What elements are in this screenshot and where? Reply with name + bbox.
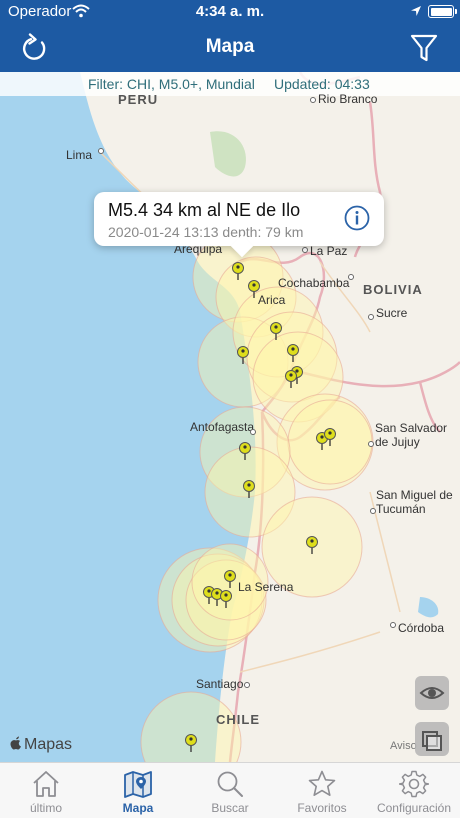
city-label: Lima: [66, 148, 93, 162]
country-label: CHILE: [216, 712, 260, 727]
city-dot: [368, 314, 374, 320]
callout-subtitle: 2020-01-24 13:13 depth: 79 km: [108, 224, 304, 240]
city-label: Arica: [258, 293, 286, 307]
updated-label: Updated: 04:33: [274, 76, 370, 92]
city-label: Córdoba: [398, 621, 445, 635]
battery-icon: [428, 5, 457, 18]
page-title: Mapa: [205, 36, 255, 57]
city-dot: [368, 441, 374, 447]
tab-bar: último Mapa Buscar Favoritos Configuraci…: [0, 762, 460, 818]
maps-attribution: Mapas: [10, 736, 72, 754]
callout-title: M5.4 34 km al NE de Ilo: [108, 200, 301, 220]
tab-configuracion[interactable]: Configuración: [368, 763, 460, 818]
tab-label: Mapa: [122, 801, 154, 815]
country-label: BOLIVIA: [363, 282, 423, 297]
city-label: Antofagasta: [190, 420, 255, 434]
tab-label: Configuración: [376, 801, 452, 815]
info-icon[interactable]: [344, 205, 370, 231]
filter-strip: Filter: CHI, M5.0+, Mundial Updated: 04:…: [0, 72, 460, 96]
city-dot: [244, 682, 250, 688]
tab-ultimo[interactable]: último: [0, 763, 92, 818]
filter-summary: Filter: CHI, M5.0+, Mundial: [88, 76, 255, 92]
tab-favoritos[interactable]: Favoritos: [276, 763, 368, 818]
search-icon: [217, 771, 243, 797]
city-label: La Serena: [238, 580, 294, 594]
tab-label: último: [29, 801, 62, 815]
city-dot: [390, 622, 396, 628]
location-arrow-icon: [411, 6, 421, 16]
city-label: La Paz: [310, 244, 348, 258]
visibility-toggle-button[interactable]: [415, 676, 449, 710]
city-label: Santiago: [196, 677, 244, 691]
city-label: San Miguel de Tucumán: [376, 488, 453, 516]
quake-callout[interactable]: M5.4 34 km al NE de Ilo 2020-01-24 13:13…: [94, 192, 384, 246]
clock: 4:34 a. m.: [195, 3, 265, 20]
map-view[interactable]: Filter: CHI, M5.0+, Mundial Updated: 04:…: [0, 72, 460, 762]
city-dot: [98, 148, 104, 154]
attribution-label: Mapas: [24, 736, 73, 753]
legal-link[interactable]: Aviso: [390, 740, 417, 752]
star-icon: [308, 770, 336, 796]
layers-icon: [422, 731, 442, 751]
city-label: Rio Branco: [318, 92, 378, 106]
eye-icon: [419, 687, 445, 699]
funnel-icon[interactable]: [410, 33, 438, 63]
home-icon: [33, 771, 59, 797]
map-icon: [124, 771, 152, 798]
city-dot: [250, 429, 256, 435]
gear-icon: [399, 770, 429, 798]
city-dot: [310, 97, 316, 103]
tab-label: Buscar: [211, 801, 249, 815]
nav-bar: Mapa: [0, 24, 460, 72]
status-bar: Operador 4:34 a. m.: [0, 0, 460, 24]
city-label: Cochabamba: [278, 276, 350, 290]
city-dot: [302, 247, 308, 253]
map-base: [0, 72, 460, 762]
map-layers-button[interactable]: [415, 722, 449, 756]
tab-buscar[interactable]: Buscar: [184, 763, 276, 818]
country-label: PERU: [118, 92, 159, 107]
city-label: Sucre: [376, 306, 408, 320]
tab-mapa[interactable]: Mapa: [92, 763, 184, 818]
city-label: San Salvador de Jujuy: [375, 421, 448, 449]
apple-logo-icon: [10, 736, 21, 750]
tab-label: Favoritos: [297, 801, 347, 815]
